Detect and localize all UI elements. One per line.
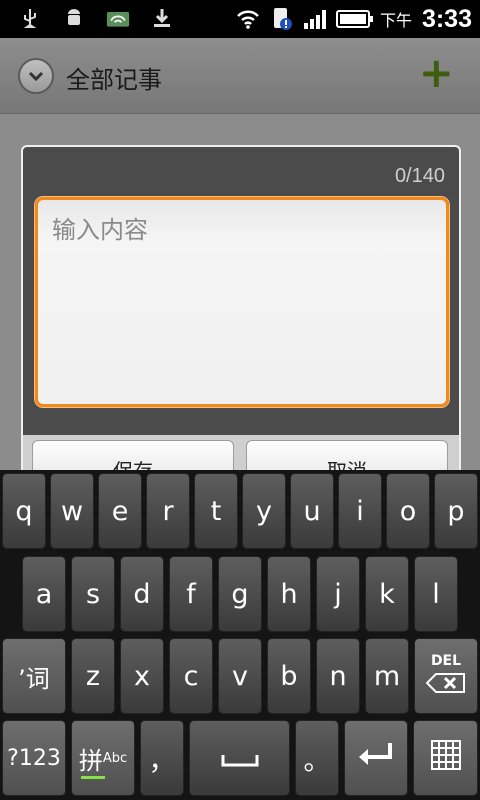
key-o[interactable]: o — [386, 473, 430, 549]
status-bar: 下午 3:33 — [0, 0, 480, 38]
key-d[interactable]: d — [120, 556, 164, 632]
new-note-dialog: 0/140 输入内容 保存 取消 — [21, 145, 461, 490]
key-s[interactable]: s — [71, 556, 115, 632]
key-m[interactable]: m — [365, 638, 409, 714]
key-shift-punctuation[interactable]: ’词 — [2, 638, 66, 714]
battery-icon — [335, 10, 373, 28]
key-h[interactable]: h — [267, 556, 311, 632]
key-l[interactable]: l — [414, 556, 458, 632]
key-e[interactable]: e — [98, 473, 142, 549]
key-comma[interactable]: ， — [140, 720, 184, 796]
key-t[interactable]: t — [194, 473, 238, 549]
android-debug-icon — [62, 6, 86, 30]
key-f[interactable]: f — [169, 556, 213, 632]
key-space[interactable] — [189, 720, 290, 796]
key-pinyin-toggle[interactable]: 拼 Abc — [71, 720, 135, 796]
page-title[interactable]: 全部记事 — [66, 60, 162, 95]
usb-icon — [18, 6, 42, 30]
chevron-down-icon — [28, 67, 44, 86]
char-counter: 0/140 — [394, 165, 445, 187]
key-y[interactable]: y — [242, 473, 286, 549]
plus-icon: + — [418, 48, 454, 97]
key-w[interactable]: w — [50, 473, 94, 549]
key-u[interactable]: u — [290, 473, 334, 549]
space-icon — [221, 743, 259, 774]
pinyin-active-indicator — [81, 776, 105, 779]
key-p[interactable]: p — [434, 473, 478, 549]
category-dropdown-button[interactable] — [18, 58, 54, 94]
key-a[interactable]: a — [22, 556, 66, 632]
key-delete[interactable]: DEL — [414, 638, 478, 714]
wifi-icon — [236, 7, 260, 31]
am-pm-indicator: 下午 — [379, 11, 412, 30]
key-q[interactable]: q — [2, 473, 46, 549]
sim-alert-icon — [270, 7, 294, 31]
key-keyboard-switch[interactable] — [413, 720, 478, 796]
keyboard-grid-icon — [430, 739, 462, 778]
delete-label: DEL — [430, 652, 462, 669]
wifi-folder-icon — [106, 6, 130, 30]
key-g[interactable]: g — [218, 556, 262, 632]
key-numbers[interactable]: ?123 — [2, 720, 66, 796]
key-period[interactable]: 。 — [295, 720, 339, 796]
add-note-button[interactable]: + — [419, 52, 454, 94]
title-bar: 全部记事 + — [0, 38, 480, 114]
key-b[interactable]: b — [267, 638, 311, 714]
key-i[interactable]: i — [338, 473, 382, 549]
key-z[interactable]: z — [71, 638, 115, 714]
key-enter[interactable] — [344, 720, 408, 796]
backspace-icon — [425, 669, 466, 700]
enter-icon — [356, 741, 396, 776]
content-area: 0/140 输入内容 保存 取消 — [0, 114, 480, 490]
key-n[interactable]: n — [316, 638, 360, 714]
key-v[interactable]: v — [218, 638, 262, 714]
note-input[interactable]: 输入内容 — [35, 197, 449, 407]
soft-keyboard: q w e r t y u i o p a s d f g h j k l ’词… — [0, 470, 480, 800]
key-r[interactable]: r — [146, 473, 190, 549]
clock: 3:33 — [421, 4, 472, 33]
pinyin-label: 拼 — [78, 746, 103, 775]
signal-strength-icon — [303, 9, 326, 29]
key-x[interactable]: x — [120, 638, 164, 714]
pinyin-sub-label: Abc — [102, 750, 128, 766]
key-j[interactable]: j — [316, 556, 360, 632]
key-c[interactable]: c — [169, 638, 213, 714]
key-k[interactable]: k — [365, 556, 409, 632]
note-input-placeholder: 输入内容 — [52, 216, 148, 244]
download-icon — [150, 6, 174, 30]
